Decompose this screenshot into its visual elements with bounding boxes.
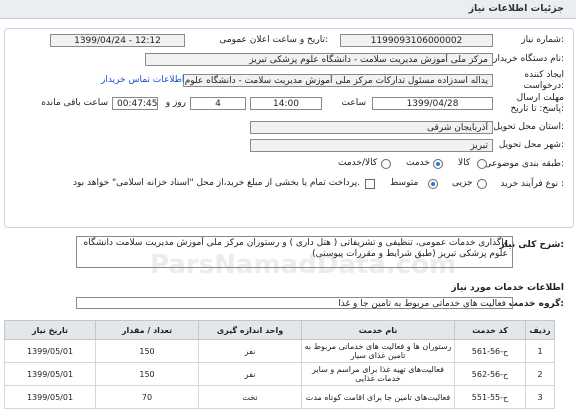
creator-field: یداله اسدزاده مسئول تدارکات مرکز ملی آمو…	[183, 74, 493, 87]
table-row[interactable]: 1 ح-56-561 رستوران ها و فعالیت های خدمات…	[4, 339, 555, 363]
col-unit: واحد اندازه گیری	[198, 320, 302, 340]
province-label: استان محل تحویل:	[493, 122, 564, 132]
col-row: ردیف	[525, 320, 555, 340]
category-service-label: خدمت	[406, 158, 430, 168]
cell-name: فعالیت‌های تهیه غذا برای مراسم و سایر خد…	[301, 362, 455, 386]
summary-text: واگذاری خدمات عمومی، تنظیفی و تشریفاتی (…	[76, 236, 513, 268]
process-medium-radio[interactable]	[428, 179, 438, 189]
need-number-field: 1199093106000002	[340, 34, 493, 47]
category-service-radio[interactable]	[433, 159, 443, 169]
process-minor-radio[interactable]	[477, 179, 487, 189]
table-row[interactable]: 3 ح-55-551 فعالیت‌های تامین جا برای اقام…	[4, 385, 555, 409]
process-label: نوع فرآیند خرید :	[500, 179, 564, 189]
days-label: روز و	[165, 98, 186, 108]
remaining-label: ساعت باقی مانده	[41, 98, 108, 108]
days-field: 4	[190, 97, 246, 110]
process-medium-label: متوسط	[390, 178, 419, 188]
creator-label: ایجاد کننده درخواست:	[523, 70, 565, 91]
buyer-label: نام دستگاه خریدار:	[493, 54, 564, 64]
city-field: تبریز	[250, 139, 493, 152]
col-name: نام خدمت	[301, 320, 455, 340]
cell-date: 1399/05/01	[4, 339, 96, 363]
cell-code: ح-56-561	[454, 339, 526, 363]
deadline-hour-label: ساعت	[341, 98, 367, 108]
contact-buyer-link[interactable]: اطلاعات تماس خریدار	[101, 75, 184, 85]
col-qty: تعداد / مقدار	[95, 320, 199, 340]
cell-qty: 70	[95, 385, 199, 409]
cell-unit: تخت	[198, 385, 302, 409]
cell-qty: 150	[95, 362, 199, 386]
deadline-label: مهلت ارسال پاسخ: تا تاریخ:	[510, 93, 564, 114]
cell-date: 1399/05/01	[4, 385, 96, 409]
page-title: جزئیات اطلاعات نیاز	[468, 3, 564, 14]
deadline-time-field: 14:00	[250, 97, 322, 110]
col-date: تاریخ نیاز	[4, 320, 96, 340]
province-field: آذربایجان شرقی	[250, 121, 493, 134]
cell-name: فعالیت‌های تامین جا برای اقامت کوتاه مدت	[301, 385, 455, 409]
treasury-payment-note: پرداخت تمام یا بخشی از مبلغ خرید،از محل …	[72, 178, 360, 188]
cell-unit: نفر	[198, 362, 302, 386]
buyer-field: مرکز ملی آموزش مدیریت سلامت - دانشگاه عل…	[145, 53, 493, 66]
remaining-time-field: 00:47:45	[112, 97, 158, 110]
col-code: کد خدمت	[454, 320, 526, 340]
table-row[interactable]: 2 ح-56-562 فعالیت‌های تهیه غذا برای مراس…	[4, 362, 555, 386]
cell-date: 1399/05/01	[4, 362, 96, 386]
category-goods-radio[interactable]	[477, 159, 487, 169]
city-label: شهر محل تحویل:	[498, 140, 564, 150]
announce-field: 1399/04/24 - 12:12	[50, 34, 185, 47]
cell-row: 2	[525, 362, 555, 386]
cell-name: رستوران ها و فعالیت های خدماتی مربوط به …	[301, 339, 455, 363]
process-minor-label: جزیی	[452, 178, 473, 188]
deadline-date-field: 1399/04/28	[372, 97, 493, 110]
category-goods-label: کالا	[458, 158, 471, 168]
cell-code: ح-56-562	[454, 362, 526, 386]
cell-row: 1	[525, 339, 555, 363]
cell-row: 3	[525, 385, 555, 409]
treasury-payment-checkbox[interactable]	[365, 179, 375, 189]
services-table: ردیف کد خدمت نام خدمت واحد اندازه گیری ت…	[4, 320, 555, 409]
cell-code: ح-55-551	[454, 385, 526, 409]
cell-unit: نفر	[198, 339, 302, 363]
service-group-field: فعالیت های خدماتی مربوط به تامین جا و غذ…	[76, 297, 513, 309]
need-number-label: شماره نیاز:	[521, 35, 564, 45]
page-header: جزئیات اطلاعات نیاز	[0, 0, 576, 19]
announce-label: تاریخ و ساعت اعلان عمومی:	[219, 35, 328, 45]
category-label: طبقه بندی موضوعی:	[484, 159, 564, 169]
service-group-label: گروه خدمت:	[508, 299, 564, 309]
services-section-title: اطلاعات خدمات مورد نیاز	[451, 283, 564, 293]
table-header-row: ردیف کد خدمت نام خدمت واحد اندازه گیری ت…	[4, 320, 555, 340]
category-goods-service-label: کالا/خدمت	[338, 158, 378, 168]
category-goods-service-radio[interactable]	[381, 159, 391, 169]
cell-qty: 150	[95, 339, 199, 363]
